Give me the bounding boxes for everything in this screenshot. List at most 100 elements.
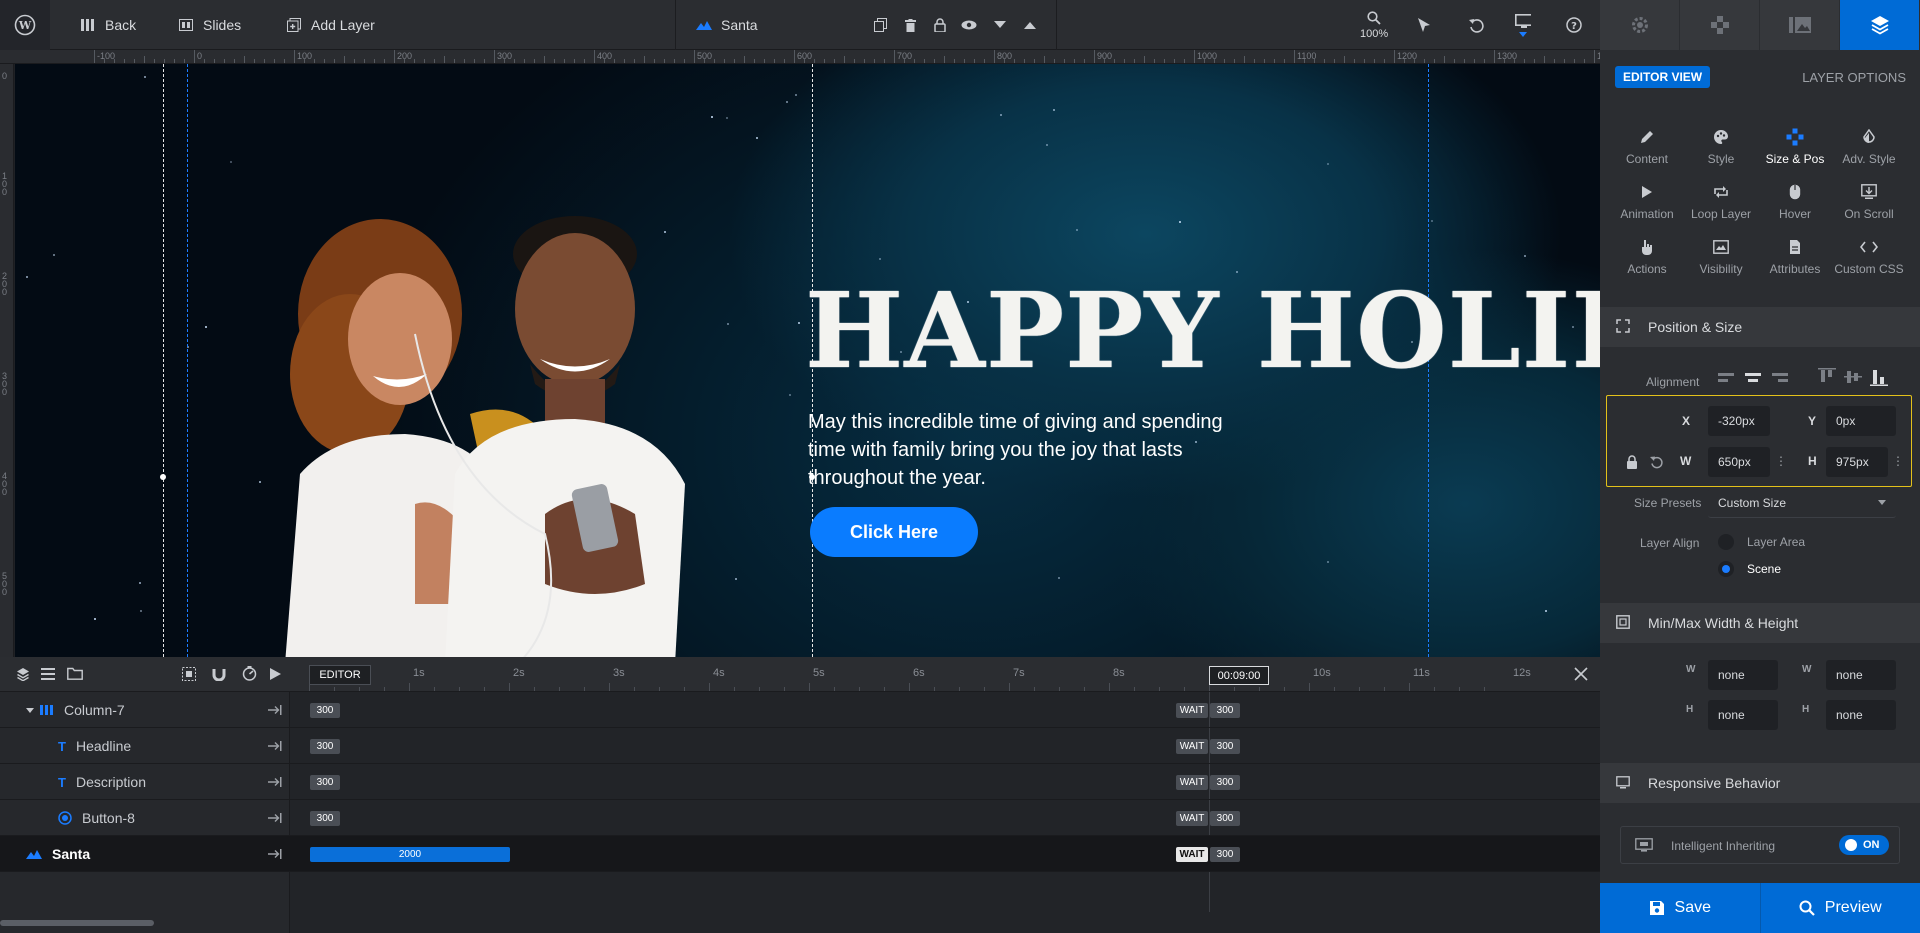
tool-loop-layer[interactable]: Loop Layer (1684, 183, 1758, 221)
save-button[interactable]: Save (1600, 883, 1761, 933)
pin-end-icon[interactable] (268, 849, 282, 859)
wordpress-logo-button[interactable]: W (0, 0, 50, 50)
current-slide-selector[interactable]: Santa (696, 0, 758, 50)
size-presets-select[interactable]: Custom Size (1708, 488, 1896, 518)
align-bottom-icon[interactable] (1870, 368, 1888, 386)
selection-icon[interactable] (182, 667, 196, 681)
layer-name[interactable]: Santa (26, 836, 90, 872)
add-layer-button[interactable]: Add Layer (286, 0, 375, 50)
height-input[interactable]: 975px (1826, 447, 1888, 477)
back-button[interactable]: Back (80, 0, 136, 50)
undo-button[interactable] (1468, 0, 1484, 50)
tool-actions[interactable]: Actions (1610, 238, 1684, 276)
timeline-row[interactable]: Santa 2000 WAIT 300 (0, 836, 1600, 872)
layer-area-radio[interactable] (1718, 534, 1734, 550)
close-icon[interactable] (1574, 667, 1588, 681)
pin-button[interactable] (268, 836, 282, 872)
pin-button[interactable] (268, 800, 282, 836)
width-more-icon[interactable]: ⋮ (1775, 454, 1787, 468)
list-icon[interactable] (41, 668, 55, 680)
move-up-button[interactable] (1022, 0, 1038, 50)
max-width-input[interactable]: none (1826, 660, 1896, 690)
device-desktop-button[interactable] (1515, 0, 1531, 50)
pin-end-icon[interactable] (268, 777, 282, 787)
tab-settings[interactable] (1600, 0, 1680, 50)
align-top-icon[interactable] (1818, 368, 1836, 386)
tool-style[interactable]: Style (1684, 128, 1758, 166)
lock-ratio-icon[interactable] (1626, 455, 1638, 469)
end-duration[interactable]: 300 (1210, 703, 1240, 718)
wait-marker[interactable]: WAIT (1176, 847, 1208, 862)
tool-animation[interactable]: Animation (1610, 183, 1684, 221)
start-duration[interactable]: 300 (310, 775, 340, 790)
couple-image[interactable] (245, 184, 825, 657)
min-height-input[interactable]: none (1708, 700, 1778, 730)
pin-button[interactable] (268, 692, 282, 728)
layer-name[interactable]: Column-7 (26, 692, 125, 728)
tool-content[interactable]: Content (1610, 128, 1684, 166)
zoom-control[interactable]: 100% (1360, 0, 1388, 50)
wait-marker[interactable]: WAIT (1176, 739, 1208, 754)
delete-layer-button[interactable] (902, 0, 918, 50)
preview-button[interactable]: Preview (1760, 883, 1920, 933)
reset-size-icon[interactable] (1650, 455, 1664, 469)
tool-custom-css[interactable]: Custom CSS (1832, 238, 1906, 276)
end-duration[interactable]: 300 (1210, 847, 1240, 862)
width-input[interactable]: 650px (1708, 447, 1770, 477)
caret-down-icon[interactable] (26, 707, 34, 713)
tab-layers[interactable] (1840, 0, 1920, 50)
tool-on-scroll[interactable]: On Scroll (1832, 183, 1906, 221)
pin-button[interactable] (268, 728, 282, 764)
lock-layer-button[interactable] (932, 0, 948, 50)
responsive-header[interactable]: Responsive Behavior (1600, 763, 1920, 803)
horizontal-scrollbar[interactable] (0, 920, 154, 926)
end-duration[interactable]: 300 (1210, 739, 1240, 754)
click-here-button[interactable]: Click Here (810, 507, 978, 557)
resize-handle[interactable] (160, 474, 166, 480)
inheriting-toggle[interactable]: ON (1839, 835, 1889, 855)
scene-radio[interactable] (1718, 561, 1734, 577)
minmax-header[interactable]: Min/Max Width & Height (1600, 603, 1920, 643)
timeline-row[interactable]: Column-7 300 WAIT 300 (0, 692, 1600, 728)
editor-mode-badge[interactable]: EDITOR (309, 665, 371, 685)
slides-button[interactable]: Slides (178, 0, 241, 50)
timeline-row[interactable]: T Headline 300 WAIT 300 (0, 728, 1600, 764)
end-duration[interactable]: 300 (1210, 811, 1240, 826)
start-duration[interactable]: 300 (310, 703, 340, 718)
start-duration[interactable]: 300 (310, 811, 340, 826)
wait-marker[interactable]: WAIT (1176, 775, 1208, 790)
tool-size-pos[interactable]: Size & Pos (1758, 128, 1832, 166)
speed-icon[interactable] (242, 666, 257, 681)
start-duration[interactable]: 300 (310, 739, 340, 754)
pin-end-icon[interactable] (268, 705, 282, 715)
layer-name[interactable]: T Headline (58, 728, 131, 764)
timeline-row[interactable]: T Description 300 WAIT 300 (0, 764, 1600, 800)
align-left-icon[interactable] (1718, 370, 1736, 386)
tool-visibility[interactable]: Visibility (1684, 238, 1758, 276)
tool-hover[interactable]: Hover (1758, 183, 1832, 221)
toggle-visibility-button[interactable] (961, 0, 977, 50)
tool-adv-style[interactable]: Adv. Style (1832, 128, 1906, 166)
x-input[interactable]: -320px (1708, 406, 1770, 436)
move-down-button[interactable] (992, 0, 1008, 50)
height-more-icon[interactable]: ⋮ (1892, 454, 1904, 468)
align-middle-icon[interactable] (1844, 368, 1862, 386)
layer-name[interactable]: Button-8 (58, 800, 135, 836)
timeline-row[interactable]: Button-8 300 WAIT 300 (0, 800, 1600, 836)
wait-marker[interactable]: WAIT (1176, 703, 1208, 718)
align-right-icon[interactable] (1770, 370, 1788, 386)
magnet-icon[interactable] (212, 667, 226, 681)
editor-view-button[interactable]: EDITOR VIEW (1615, 66, 1711, 88)
pin-end-icon[interactable] (268, 741, 282, 751)
pin-end-icon[interactable] (268, 813, 282, 823)
play-icon[interactable] (270, 668, 281, 680)
start-duration[interactable]: 2000 (310, 847, 510, 862)
layer-name[interactable]: T Description (58, 764, 146, 800)
select-tool-button[interactable] (1416, 0, 1432, 50)
layers-icon[interactable] (16, 667, 30, 681)
layer-options-title[interactable]: LAYER OPTIONS (1802, 70, 1906, 85)
min-width-input[interactable]: none (1708, 660, 1778, 690)
headline-layer[interactable]: HAPPY HOLIDA (805, 269, 1600, 392)
end-duration[interactable]: 300 (1210, 775, 1240, 790)
tab-navigation[interactable] (1680, 0, 1760, 50)
